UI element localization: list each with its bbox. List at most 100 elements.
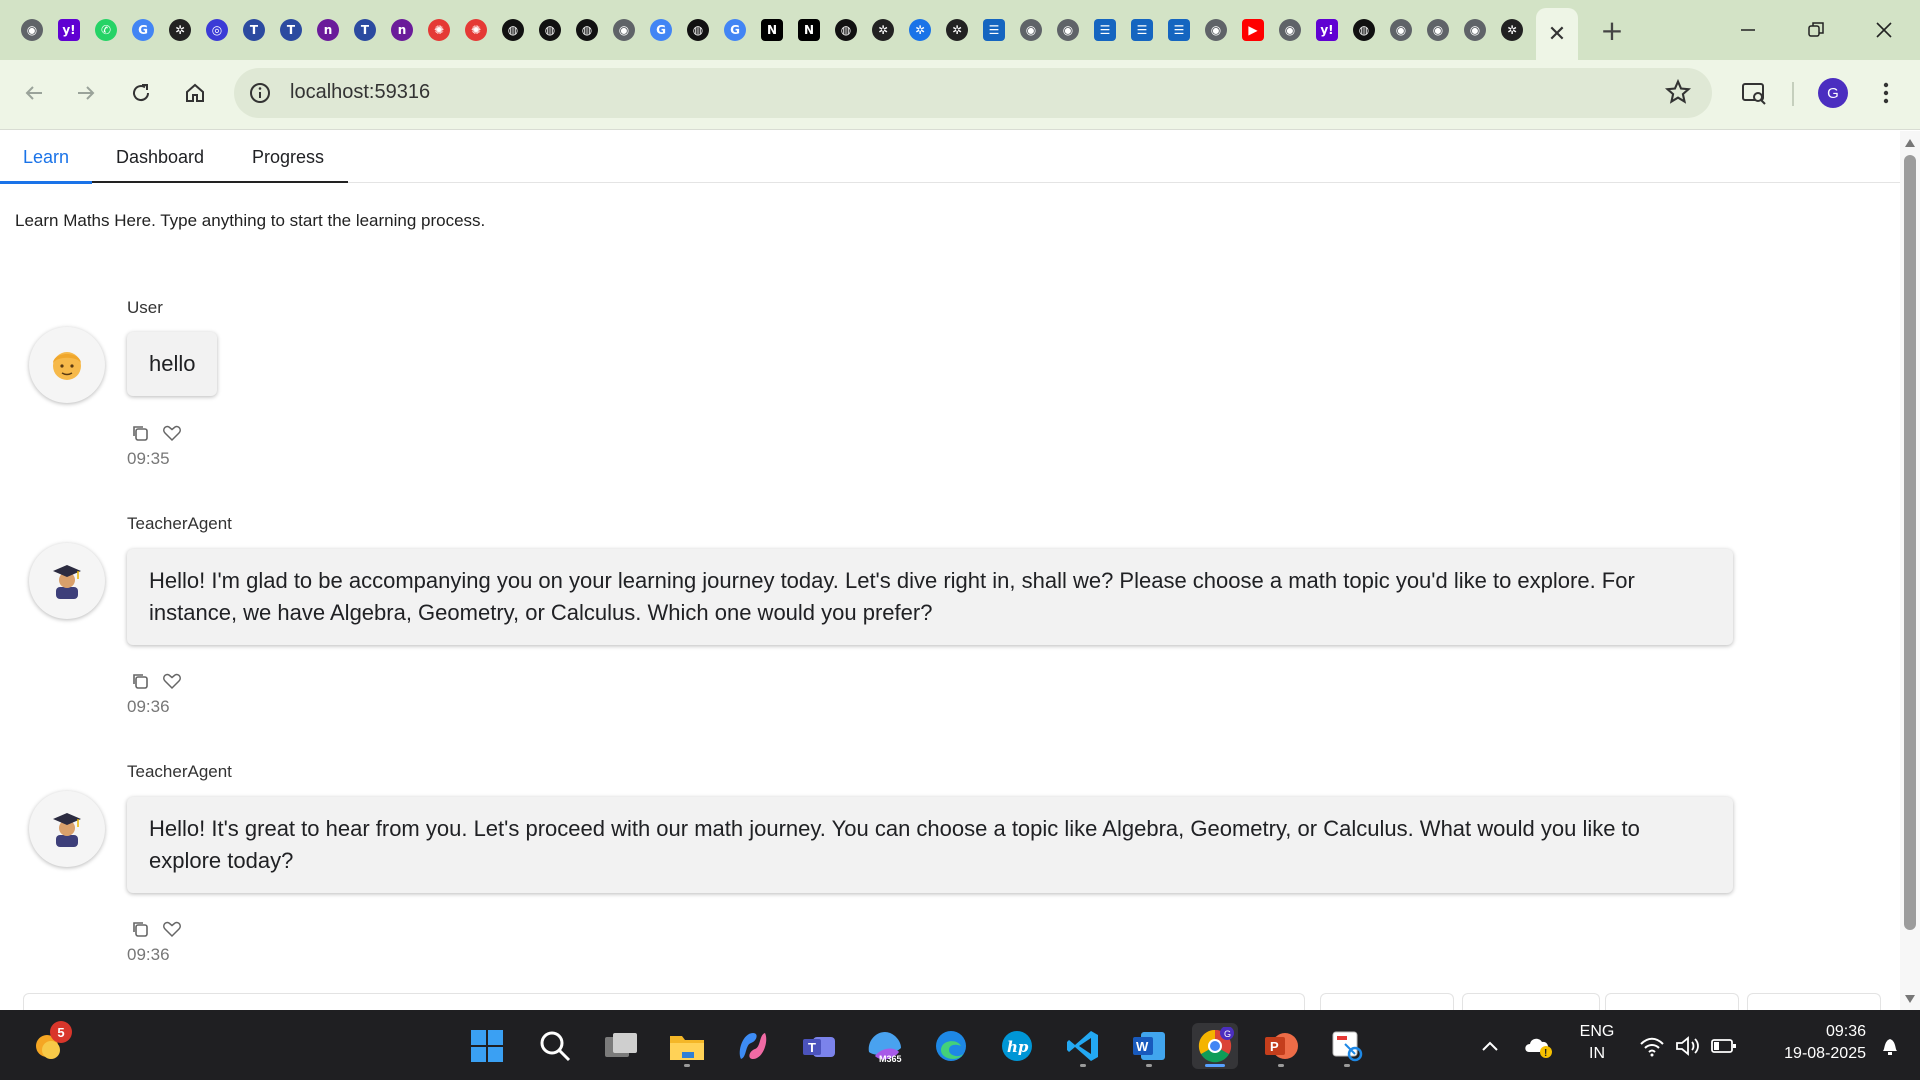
pinned-tab[interactable]: ✲ xyxy=(162,12,198,48)
pinned-tab[interactable]: ✺ xyxy=(458,12,494,48)
pinned-tab[interactable]: ✲ xyxy=(865,12,901,48)
windows-start-button[interactable] xyxy=(464,1023,510,1069)
reload-button[interactable] xyxy=(121,73,161,113)
pinned-tab[interactable]: ☰ xyxy=(1161,12,1197,48)
page-scrollbar[interactable] xyxy=(1900,131,1920,1010)
pinned-tab[interactable]: ◉ xyxy=(1013,12,1049,48)
pinned-tab[interactable]: G xyxy=(717,12,753,48)
back-button[interactable] xyxy=(14,73,54,113)
scrollbar-thumb[interactable] xyxy=(1904,155,1916,930)
pinned-tab[interactable]: ✺ xyxy=(421,12,457,48)
forward-button[interactable] xyxy=(66,73,106,113)
restore-button[interactable] xyxy=(1782,0,1850,60)
pinned-tab[interactable]: y! xyxy=(1309,12,1345,48)
pinned-tab[interactable]: n xyxy=(310,12,346,48)
pinned-tab[interactable]: ◉ xyxy=(606,12,642,48)
chat-input[interactable] xyxy=(23,993,1305,1010)
bookmark-star-icon[interactable] xyxy=(1664,78,1692,106)
like-button[interactable] xyxy=(162,423,182,443)
like-button[interactable] xyxy=(162,919,182,939)
close-tab-icon[interactable]: ✕ xyxy=(1548,22,1566,47)
vscode-button[interactable] xyxy=(1060,1023,1106,1069)
pinned-tab[interactable]: G xyxy=(125,12,161,48)
file-explorer-button[interactable] xyxy=(664,1023,710,1069)
minimize-button[interactable] xyxy=(1714,0,1782,60)
pinned-tab[interactable]: ◍ xyxy=(495,12,531,48)
tab-search-button[interactable] xyxy=(1734,73,1774,113)
tab-progress[interactable]: Progress xyxy=(228,131,348,183)
copy-button[interactable] xyxy=(130,671,150,691)
pinned-tab[interactable]: ☰ xyxy=(976,12,1012,48)
input-action-button[interactable] xyxy=(1605,993,1739,1010)
pinned-tab[interactable]: n xyxy=(384,12,420,48)
pinned-tab[interactable]: ✆ xyxy=(88,12,124,48)
site-info-icon[interactable] xyxy=(248,81,272,105)
pinned-tab[interactable]: ◎ xyxy=(199,12,235,48)
active-app-indicator xyxy=(1205,1064,1225,1067)
pinned-tab[interactable]: ✲ xyxy=(1494,12,1530,48)
task-view-button[interactable] xyxy=(598,1023,644,1069)
language-indicator[interactable]: ENG IN xyxy=(1572,1023,1622,1063)
pinned-tab[interactable]: N xyxy=(754,12,790,48)
pinned-tab[interactable]: ◉ xyxy=(1050,12,1086,48)
pinned-tab[interactable]: ◍ xyxy=(569,12,605,48)
snipping-tool-button[interactable] xyxy=(1324,1023,1370,1069)
clock[interactable]: 09:36 19-08-2025 xyxy=(1756,1023,1866,1063)
pinned-tab[interactable]: T xyxy=(273,12,309,48)
pinned-tab[interactable]: ◍ xyxy=(1346,12,1382,48)
input-action-button[interactable] xyxy=(1462,993,1600,1010)
pinned-tab[interactable]: ◉ xyxy=(1383,12,1419,48)
copy-button[interactable] xyxy=(130,423,150,443)
show-hidden-icons-button[interactable] xyxy=(1468,1023,1512,1069)
pinned-tab[interactable]: ◍ xyxy=(680,12,716,48)
chrome-button[interactable]: G xyxy=(1192,1023,1238,1069)
profile-avatar[interactable]: G xyxy=(1818,78,1848,108)
m365-button[interactable]: M365 xyxy=(862,1023,908,1069)
pinned-tab[interactable]: ◉ xyxy=(1198,12,1234,48)
pinned-tab[interactable]: ◉ xyxy=(1457,12,1493,48)
pinned-tab[interactable]: T xyxy=(236,12,272,48)
pinned-tab[interactable]: ☰ xyxy=(1087,12,1123,48)
notifications-button[interactable] xyxy=(1870,1023,1910,1069)
browser-menu-button[interactable] xyxy=(1866,73,1906,113)
input-action-button[interactable] xyxy=(1747,993,1881,1010)
pinned-tab[interactable]: ✲ xyxy=(939,12,975,48)
pinned-tab[interactable]: ◍ xyxy=(828,12,864,48)
pinned-tab[interactable]: N xyxy=(791,12,827,48)
teams-button[interactable]: T xyxy=(796,1023,842,1069)
pinned-tab[interactable]: ▶ xyxy=(1235,12,1271,48)
pinned-tab[interactable]: T xyxy=(347,12,383,48)
close-window-button[interactable] xyxy=(1850,0,1918,60)
tab-learn[interactable]: Learn xyxy=(0,131,92,183)
hp-button[interactable]: hp xyxy=(994,1023,1040,1069)
battery-status[interactable] xyxy=(1702,1023,1746,1069)
search-button[interactable] xyxy=(532,1023,578,1069)
url-text[interactable]: localhost:59316 xyxy=(290,81,430,104)
powerpoint-button[interactable]: P xyxy=(1258,1023,1304,1069)
pinned-tab[interactable]: ◍ xyxy=(532,12,568,48)
pinned-tab[interactable]: G xyxy=(643,12,679,48)
copilot-button[interactable] xyxy=(730,1023,776,1069)
edge-button[interactable] xyxy=(928,1023,974,1069)
pinned-tab[interactable]: ◉ xyxy=(1272,12,1308,48)
tab-dashboard[interactable]: Dashboard xyxy=(92,131,228,183)
like-button[interactable] xyxy=(162,671,182,691)
pinned-tab[interactable]: y! xyxy=(51,12,87,48)
active-tab[interactable]: ✕ xyxy=(1536,8,1578,60)
weather-widget[interactable]: 5 xyxy=(26,1021,72,1069)
onedrive-button[interactable]: ! xyxy=(1516,1023,1560,1069)
pinned-tab[interactable]: ☰ xyxy=(1124,12,1160,48)
address-bar[interactable]: localhost:59316 xyxy=(234,68,1712,118)
pinned-tab[interactable]: ◉ xyxy=(1420,12,1456,48)
profile-button[interactable]: G xyxy=(1813,73,1853,113)
home-button[interactable] xyxy=(175,73,215,113)
copy-button[interactable] xyxy=(130,919,150,939)
pinned-tab[interactable]: ◉ xyxy=(14,12,50,48)
message-actions xyxy=(130,919,182,939)
word-button[interactable]: W xyxy=(1126,1023,1172,1069)
message-bubble: hello xyxy=(127,332,218,396)
pinned-tab[interactable]: ✲ xyxy=(902,12,938,48)
notification-bell-icon xyxy=(1883,1039,1897,1055)
new-tab-button[interactable]: + xyxy=(1594,14,1630,47)
input-action-button[interactable] xyxy=(1320,993,1454,1010)
